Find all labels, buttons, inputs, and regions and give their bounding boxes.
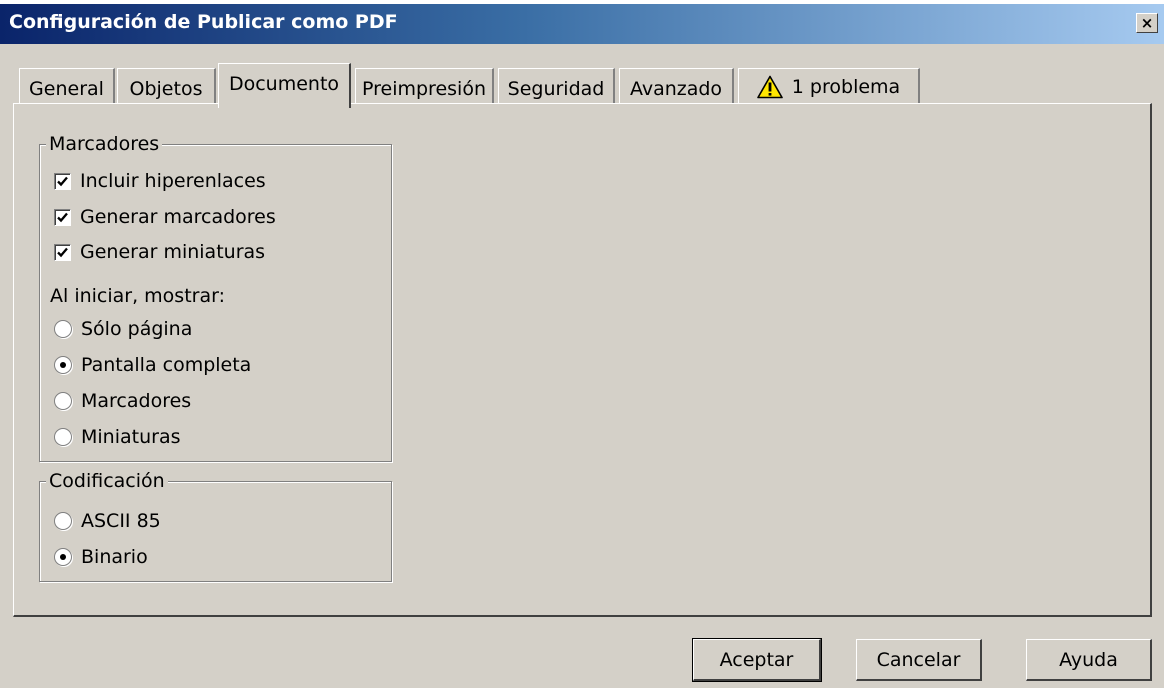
checkbox-label: Incluir hiperenlaces bbox=[80, 170, 266, 192]
radio-circle[interactable] bbox=[54, 428, 72, 446]
check-mark-icon bbox=[57, 247, 68, 257]
tab-general[interactable]: General bbox=[19, 68, 115, 105]
include-hyperlinks-checkbox[interactable]: Incluir hiperenlaces bbox=[54, 169, 266, 193]
tab-label: Avanzado bbox=[629, 78, 723, 100]
pdf-settings-dialog: Configuración de Publicar como PDF × Gen… bbox=[0, 4, 1164, 688]
window-title: Configuración de Publicar como PDF bbox=[9, 11, 398, 33]
radio-label: Miniaturas bbox=[81, 426, 181, 448]
warning-icon bbox=[756, 75, 783, 99]
generate-bookmarks-checkbox[interactable]: Generar marcadores bbox=[54, 205, 276, 229]
close-button[interactable]: × bbox=[1136, 13, 1158, 33]
tab-avanzado[interactable]: Avanzado bbox=[619, 68, 734, 105]
documento-panel: Marcadores Incluir hiperenlaces Generar … bbox=[13, 103, 1152, 617]
tab-problems[interactable]: 1 problema bbox=[738, 68, 920, 105]
radio-label: Pantalla completa bbox=[81, 354, 252, 376]
tab-documento[interactable]: Documento bbox=[218, 63, 351, 108]
radio-label: Binario bbox=[81, 546, 148, 568]
radio-circle[interactable] bbox=[54, 548, 72, 566]
check-mark-icon bbox=[57, 212, 68, 222]
button-label: Aceptar bbox=[719, 648, 794, 671]
encoding-legend: Codificación bbox=[46, 470, 168, 492]
checkbox-box[interactable] bbox=[54, 208, 71, 226]
tab-label: 1 problema bbox=[791, 76, 901, 98]
radio-label: ASCII 85 bbox=[81, 510, 161, 532]
button-label: Cancelar bbox=[876, 648, 961, 671]
radio-binary[interactable]: Binario bbox=[54, 545, 148, 569]
radio-circle[interactable] bbox=[54, 512, 72, 530]
tab-label: Seguridad bbox=[507, 78, 605, 100]
radio-circle[interactable] bbox=[54, 356, 72, 374]
radio-label: Marcadores bbox=[81, 390, 192, 412]
checkbox-box[interactable] bbox=[54, 243, 71, 261]
close-icon: × bbox=[1140, 13, 1154, 32]
checkbox-label: Generar marcadores bbox=[80, 206, 276, 228]
checkbox-label: Generar miniaturas bbox=[80, 241, 266, 263]
tab-label: General bbox=[29, 78, 104, 100]
radio-ascii85[interactable]: ASCII 85 bbox=[54, 509, 161, 533]
radio-circle[interactable] bbox=[54, 392, 72, 410]
checkbox-box[interactable] bbox=[54, 172, 71, 190]
bookmarks-legend: Marcadores bbox=[46, 133, 163, 155]
radio-single-page[interactable]: Sólo página bbox=[54, 317, 192, 341]
radio-full-screen[interactable]: Pantalla completa bbox=[54, 353, 251, 377]
radio-thumbnails[interactable]: Miniaturas bbox=[54, 425, 180, 449]
tab-seguridad[interactable]: Seguridad bbox=[498, 68, 615, 105]
help-button[interactable]: Ayuda bbox=[1026, 639, 1152, 681]
radio-bookmarks[interactable]: Marcadores bbox=[54, 389, 191, 413]
button-label: Ayuda bbox=[1059, 648, 1118, 671]
generate-thumbnails-checkbox[interactable]: Generar miniaturas bbox=[54, 240, 265, 264]
tab-label: Objetos bbox=[129, 78, 203, 100]
cancel-button[interactable]: Cancelar bbox=[856, 639, 982, 681]
radio-label: Sólo página bbox=[81, 318, 193, 340]
tab-label: Preimpresión bbox=[362, 78, 486, 100]
tab-objetos[interactable]: Objetos bbox=[117, 68, 216, 105]
tab-preimpresion[interactable]: Preimpresión bbox=[355, 68, 494, 105]
ok-button[interactable]: Aceptar bbox=[692, 638, 822, 682]
radio-circle[interactable] bbox=[54, 320, 72, 338]
title-bar[interactable]: Configuración de Publicar como PDF × bbox=[0, 4, 1164, 44]
tab-label: Documento bbox=[228, 73, 340, 95]
startup-label: Al iniciar, mostrar: bbox=[50, 285, 225, 307]
check-mark-icon bbox=[57, 176, 68, 186]
bookmarks-group: Marcadores Incluir hiperenlaces Generar … bbox=[39, 133, 392, 462]
encoding-group: Codificación ASCII 85 Binario bbox=[39, 470, 392, 582]
